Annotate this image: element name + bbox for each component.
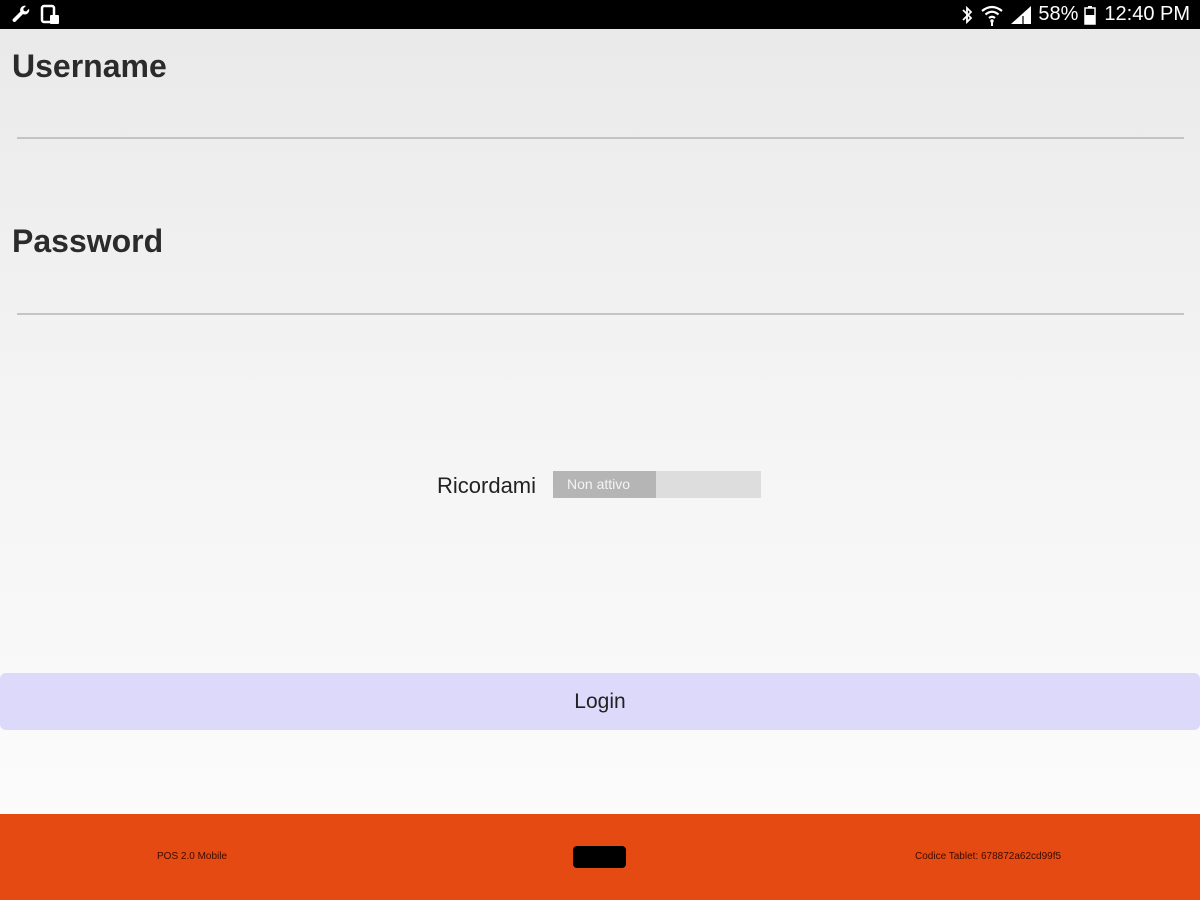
remember-me-toggle[interactable]: Non attivo	[553, 471, 761, 498]
status-left-icons	[10, 4, 60, 26]
footer-bar: POS 2.0 Mobile Codice Tablet: 678872a62c…	[0, 814, 1200, 900]
footer-badge	[573, 846, 626, 868]
wrench-icon	[10, 4, 32, 26]
toggle-state-label: Non attivo	[553, 471, 656, 498]
status-right-icons: 58% 12:40 PM	[960, 0, 1190, 29]
bluetooth-icon	[960, 5, 974, 25]
battery-percent: 58%	[1038, 3, 1079, 25]
password-label: Password	[12, 223, 164, 259]
login-button[interactable]: Login	[0, 673, 1200, 730]
remember-me-label: Ricordami	[437, 473, 537, 498]
tablet-code-label: Codice Tablet: 678872a62cd99f5	[915, 851, 1062, 862]
screen-cast-icon	[40, 4, 60, 26]
wifi-icon	[980, 4, 1004, 26]
cellular-signal-icon	[1010, 5, 1032, 25]
status-bar: 58% 12:40 PM	[0, 0, 1200, 29]
username-label: Username	[12, 48, 167, 84]
battery-icon	[1084, 5, 1097, 25]
app-version-label: POS 2.0 Mobile	[157, 851, 228, 862]
username-input[interactable]	[17, 103, 1184, 139]
password-input[interactable]	[17, 279, 1184, 315]
status-clock: 12:40 PM	[1104, 3, 1190, 25]
